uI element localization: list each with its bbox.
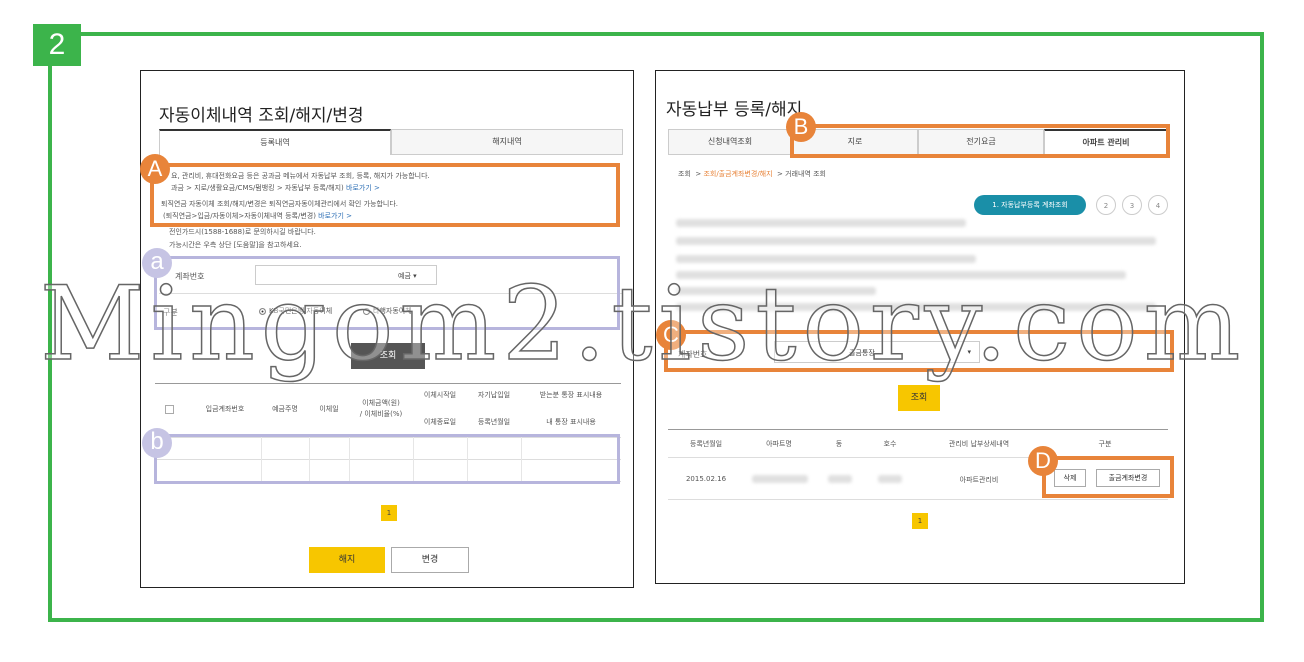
cell-fee-detail[interactable]: 아파트관리비 (916, 475, 1042, 485)
marker-a: A (140, 154, 170, 184)
col-amount: 이체금액(원) (362, 399, 400, 407)
breadcrumb-current[interactable]: 조회/출금계좌변경/해지 (703, 170, 772, 178)
blurred-text (676, 303, 1156, 311)
step-number-badge: 2 (33, 24, 81, 66)
step-4-pill[interactable]: 4 (1148, 195, 1168, 215)
col-unit: 호수 (883, 440, 897, 448)
page-title-right: 자동납부 등록/해지 (666, 100, 803, 120)
highlight-box-b (790, 124, 1170, 158)
col-type: 구분 (1098, 440, 1112, 448)
col-ratio: / 이체비율(%) (359, 410, 403, 418)
col-start-date: 이체시작일 (423, 391, 457, 399)
blurred-text (676, 271, 1126, 279)
col-recipient-memo: 받는분 통장 표시내용 (539, 391, 603, 399)
breadcrumb-item[interactable]: 거래내역 조회 (785, 170, 826, 178)
highlight-box-d (1042, 456, 1174, 498)
pagination-page[interactable]: 1 (912, 513, 928, 529)
table-top-border (668, 429, 1168, 430)
tab-registered[interactable]: 등록내역 (159, 129, 391, 155)
blurred-building (828, 475, 852, 483)
blurred-text (676, 219, 966, 227)
highlight-box-a-lower (154, 256, 620, 330)
search-button-right[interactable]: 조회 (898, 385, 940, 411)
marker-b-lower: b (142, 428, 172, 458)
marker-d: D (1028, 446, 1058, 476)
search-button[interactable]: 조회 (351, 343, 425, 369)
col-self-pay-date: 자기납입일 (477, 391, 511, 399)
cell-date: 2015.02.16 (685, 475, 727, 483)
col-deposit-account: 입금계좌번호 (205, 405, 245, 413)
highlight-box-c (664, 330, 1174, 372)
highlight-box-a (150, 163, 620, 227)
table-top-border (155, 383, 621, 384)
col-building: 동 (835, 440, 843, 448)
marker-c: C (656, 320, 686, 350)
col-apartment-name: 아파트명 (766, 440, 792, 448)
col-my-memo: 내 통장 표시내용 (546, 418, 596, 426)
change-button[interactable]: 변경 (391, 547, 469, 573)
col-end-date: 이체종료일 (423, 418, 457, 426)
col-owner: 예금주명 (272, 405, 298, 413)
cancel-button[interactable]: 해지 (309, 547, 385, 573)
blurred-text (676, 287, 876, 295)
step-1-pill[interactable]: 1. 자동납부등록 계좌조회 (974, 195, 1086, 215)
breadcrumb-item[interactable]: 조회 (678, 170, 691, 178)
info-line-5: 전인가드시(1588-1688)로 문의하시길 바랍니다. (169, 228, 316, 236)
blurred-text (676, 237, 1156, 245)
step-3-pill[interactable]: 3 (1122, 195, 1142, 215)
blurred-unit (878, 475, 902, 483)
table-bottom-border (668, 499, 1168, 500)
col-fee-detail: 관리비 납부상세내역 (948, 440, 1010, 448)
marker-a-lower: a (142, 248, 172, 278)
tab-application-history[interactable]: 신청내역조회 (668, 129, 792, 155)
select-all-checkbox[interactable] (165, 405, 174, 414)
step-2-pill[interactable]: 2 (1096, 195, 1116, 215)
blurred-text (676, 255, 976, 263)
pagination-page[interactable]: 1 (381, 505, 397, 521)
breadcrumb: 조회 > 조회/출금계좌변경/해지 > 거래내역 조회 (678, 170, 826, 178)
tab-cancelled[interactable]: 해지내역 (391, 129, 623, 155)
col-transfer-day: 이체일 (319, 405, 339, 413)
col-reg-date: 등록년월일 (689, 440, 723, 448)
highlight-box-b-lower (154, 434, 620, 484)
marker-b: B (786, 112, 816, 142)
col-reg-date: 등록년월일 (477, 418, 511, 426)
page-title: 자동이체내역 조회/해지/변경 (159, 106, 364, 126)
blurred-apartment-name (752, 475, 808, 483)
info-line-6: 가능시간은 우측 상단 [도움말]을 참고하세요. (169, 241, 302, 249)
